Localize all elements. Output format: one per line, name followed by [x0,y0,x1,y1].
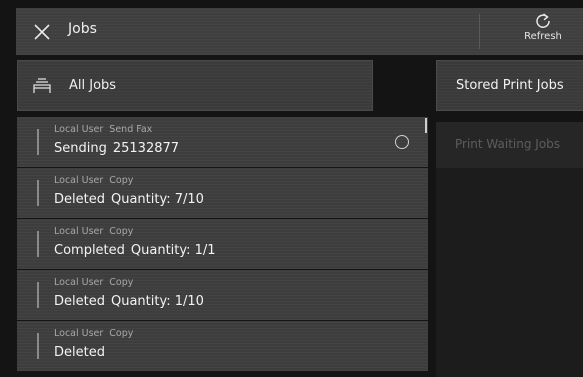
job-function: Copy [109,328,134,339]
job-user: Local User [54,226,104,237]
all-jobs-label: All Jobs [69,78,117,93]
job-list: Local User Send Fax Sending 25132877 Local… [17,117,428,377]
job-row[interactable]: Local User Copy Deleted Quantity: 7/10 [17,168,428,218]
job-status: Deleted Quantity: 1/10 [54,294,204,309]
job-meta: Local User Copy [54,328,133,339]
row-indicator [37,282,39,308]
stored-print-jobs-label: Stored Print Jobs [456,78,564,93]
tab-print-waiting-jobs[interactable]: Print Waiting Jobs [436,122,583,168]
progress-spinner-icon [395,135,409,149]
job-function: Copy [109,226,134,237]
job-row[interactable]: Local User Send Fax Sending 25132877 [17,117,428,167]
job-status: Sending 25132877 [54,141,179,156]
job-detail: 25132877 [112,141,180,156]
job-row[interactable]: Local User Copy Completed Quantity: 1/1 [17,219,428,269]
right-panel [436,168,583,377]
job-status-text: Completed [54,243,125,258]
jobs-screen: Jobs Refresh All Jobs Stored Print Jobs … [0,0,583,377]
close-button[interactable] [28,18,56,46]
job-status-text: Deleted [54,345,105,360]
job-status: Deleted Quantity: 7/10 [54,192,204,207]
page-title: Jobs [68,21,97,37]
all-jobs-filter-button[interactable]: All Jobs [17,60,373,111]
row-indicator [37,231,39,257]
print-waiting-jobs-label: Print Waiting Jobs [455,137,561,151]
job-meta: Local User Copy [54,226,133,237]
job-meta: Local User Send Fax [54,124,152,135]
job-status: Deleted [54,345,111,360]
job-status-text: Deleted [54,192,105,207]
job-status: Completed Quantity: 1/1 [54,243,216,258]
refresh-button[interactable]: Refresh [510,12,576,52]
job-function: Send Fax [109,124,153,135]
job-detail: Quantity: 1/1 [130,243,216,258]
row-indicator [37,129,39,155]
job-status-text: Sending [54,141,107,156]
job-user: Local User [54,277,104,288]
header-divider [479,14,480,49]
job-meta: Local User Copy [54,277,133,288]
refresh-label: Refresh [524,31,562,42]
job-row[interactable]: Local User Copy Deleted [17,321,428,371]
job-function: Copy [109,277,134,288]
job-detail: Quantity: 1/10 [110,294,204,309]
job-row[interactable]: Local User Copy Deleted Quantity: 1/10 [17,270,428,320]
job-user: Local User [54,175,104,186]
row-indicator [37,333,39,359]
tab-stored-print-jobs[interactable]: Stored Print Jobs [436,60,583,111]
job-user: Local User [54,328,104,339]
header-bar: Jobs Refresh [16,8,583,55]
scrollbar[interactable] [425,118,427,133]
row-indicator [37,180,39,206]
job-user: Local User [54,124,104,135]
job-status-text: Deleted [54,294,105,309]
job-detail: Quantity: 7/10 [110,192,204,207]
job-function: Copy [109,175,134,186]
job-meta: Local User Copy [54,175,133,186]
job-stack-icon [33,78,51,93]
refresh-icon [536,13,550,28]
close-icon [34,24,50,40]
